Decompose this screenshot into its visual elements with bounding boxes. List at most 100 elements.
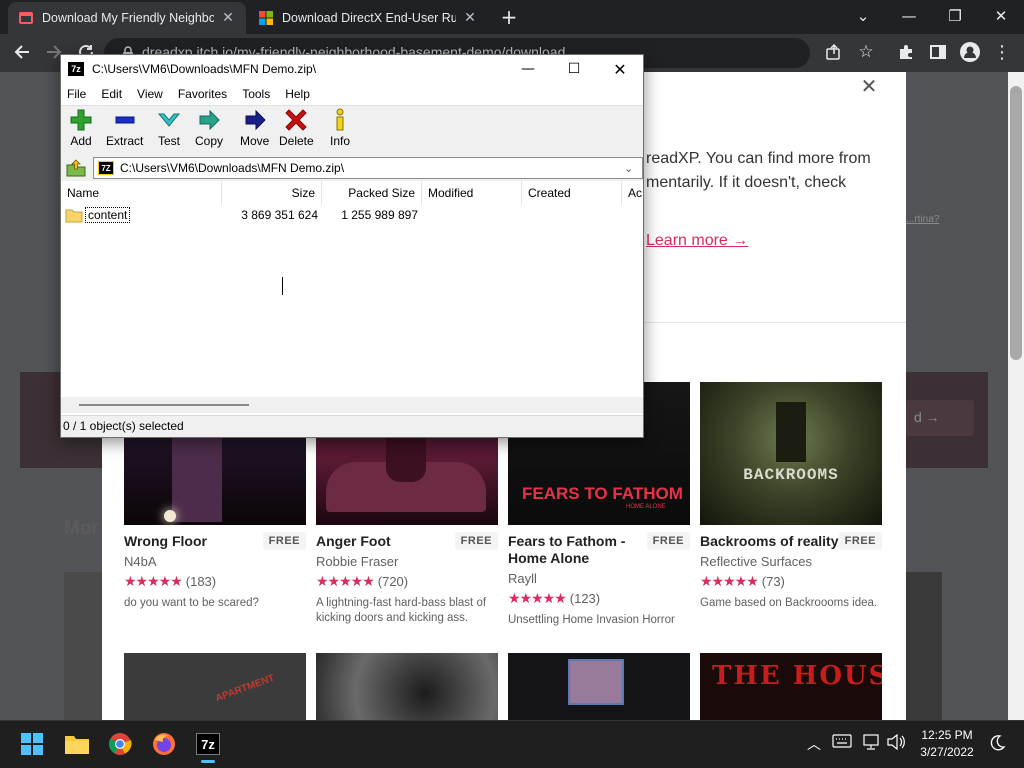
focus-assist-moon-icon[interactable] bbox=[988, 734, 1008, 754]
menu-tools[interactable]: Tools bbox=[242, 87, 270, 101]
extract-button[interactable]: Extract bbox=[106, 108, 143, 148]
start-button[interactable] bbox=[12, 724, 52, 764]
keyboard-icon[interactable] bbox=[832, 734, 854, 754]
game-description: Unsettling Home Invasion Horror bbox=[508, 614, 675, 626]
restore-button[interactable]: ❐ bbox=[932, 0, 978, 32]
game-thumbnail[interactable]: THE HOUSE bbox=[700, 653, 882, 720]
rating-count: (183) bbox=[185, 574, 217, 589]
menu-view[interactable]: View bbox=[137, 87, 163, 101]
side-panel-icon[interactable] bbox=[924, 38, 952, 66]
game-thumbnail[interactable] bbox=[508, 653, 690, 720]
test-button[interactable]: Test bbox=[157, 108, 181, 148]
new-tab-button[interactable]: + bbox=[498, 6, 520, 28]
menu-help[interactable]: Help bbox=[285, 87, 310, 101]
move-button[interactable]: Move bbox=[240, 108, 269, 148]
close-button[interactable]: ✕ bbox=[978, 0, 1024, 32]
back-icon[interactable] bbox=[8, 38, 36, 66]
archive-icon: 7Z bbox=[98, 161, 114, 175]
status-bar: 0 / 1 object(s) selected bbox=[61, 415, 643, 437]
sevenzip-maximize-button[interactable]: ☐ bbox=[551, 55, 597, 83]
tab-directx[interactable]: Download DirectX End-User Runtime ✕ bbox=[248, 2, 488, 34]
network-icon[interactable] bbox=[862, 734, 884, 754]
game-thumbnail[interactable] bbox=[316, 653, 498, 720]
file-list-header: Name Size Packed Size Modified Created A… bbox=[61, 181, 643, 205]
add-button[interactable]: Add bbox=[69, 108, 93, 148]
sevenzip-minimize-button[interactable]: — bbox=[505, 55, 551, 83]
game-description: do you want to be scared? bbox=[124, 597, 259, 609]
banner-button[interactable]: d → bbox=[906, 400, 974, 436]
chrome-taskbar-button[interactable] bbox=[100, 724, 140, 764]
column-size[interactable]: Size bbox=[222, 181, 322, 205]
active-app-indicator bbox=[201, 760, 215, 763]
bookmark-star-icon[interactable]: ☆ bbox=[852, 38, 880, 66]
share-icon[interactable] bbox=[820, 38, 848, 66]
test-label: Test bbox=[157, 134, 180, 148]
extensions-puzzle-icon[interactable] bbox=[892, 38, 920, 66]
tab-close-icon[interactable]: ✕ bbox=[220, 10, 236, 26]
path-combobox[interactable]: 7Z C:\Users\VM6\Downloads\MFN Demo.zip\ … bbox=[93, 157, 643, 179]
modal-close-icon[interactable]: ✕ bbox=[858, 74, 880, 98]
page-scrollbar-thumb[interactable] bbox=[1010, 86, 1022, 360]
minimize-button[interactable]: — bbox=[886, 0, 932, 32]
menu-file[interactable]: File bbox=[67, 87, 86, 101]
tab-search-icon[interactable]: ⌄ bbox=[840, 0, 886, 32]
plus-icon bbox=[70, 109, 92, 131]
menu-favorites[interactable]: Favorites bbox=[178, 87, 227, 101]
file-explorer-button[interactable] bbox=[57, 724, 97, 764]
copy-button[interactable]: Copy bbox=[195, 108, 223, 148]
profile-avatar-icon[interactable] bbox=[956, 38, 984, 66]
modal-text-line1: readXP. You can find more from bbox=[646, 150, 871, 167]
tab-close-icon[interactable]: ✕ bbox=[462, 10, 478, 26]
more-games-heading: Mor bbox=[64, 518, 99, 539]
sevenzip-app-icon: 7z bbox=[68, 62, 84, 76]
game-author[interactable]: Rayll bbox=[508, 571, 690, 586]
modal-side-link[interactable]: ...rtina? bbox=[906, 214, 939, 225]
sevenzip-taskbar-button[interactable]: 7z bbox=[188, 724, 228, 764]
game-card[interactable]: BACKROOMS FREE Backrooms of reality Refl… bbox=[700, 382, 882, 611]
system-tray-chevron-icon[interactable]: ︿ bbox=[804, 734, 824, 754]
column-modified[interactable]: Modified bbox=[422, 181, 522, 205]
taskbar-clock[interactable]: 12:25 PM 3/27/2022 bbox=[910, 727, 984, 761]
game-title[interactable]: Wrong Floor bbox=[124, 533, 260, 550]
game-thumbnail[interactable]: APARTMENT bbox=[124, 653, 306, 720]
info-button[interactable]: Info bbox=[328, 108, 352, 148]
clock-date: 3/27/2022 bbox=[920, 745, 974, 759]
delete-label: Delete bbox=[279, 134, 314, 148]
delete-button[interactable]: Delete bbox=[279, 108, 314, 148]
game-title[interactable]: Fears to Fathom - Home Alone bbox=[508, 533, 644, 567]
rating-count: (73) bbox=[761, 574, 785, 589]
rating-stars-icon: ★★★★★ bbox=[316, 573, 375, 589]
move-label: Move bbox=[240, 134, 270, 148]
side-thumbnail-left bbox=[64, 572, 102, 720]
game-thumbnail[interactable]: BACKROOMS bbox=[700, 382, 882, 525]
game-author[interactable]: Reflective Surfaces bbox=[700, 554, 882, 569]
price-badge: FREE bbox=[262, 532, 306, 550]
table-row[interactable]: content 3 869 351 624 1 255 989 897 bbox=[65, 206, 641, 224]
column-packed-size[interactable]: Packed Size bbox=[322, 181, 422, 205]
game-title[interactable]: Backrooms of reality bbox=[700, 533, 840, 550]
sevenzip-close-button[interactable]: ✕ bbox=[597, 55, 643, 83]
firefox-taskbar-button[interactable] bbox=[144, 724, 184, 764]
firefox-icon bbox=[153, 733, 175, 755]
chevron-down-icon[interactable]: ⌄ bbox=[624, 162, 642, 175]
game-author[interactable]: Robbie Fraser bbox=[316, 554, 498, 569]
thumb-text: APARTMENT bbox=[213, 672, 277, 705]
column-name[interactable]: Name bbox=[61, 181, 222, 205]
cell-size: 3 869 351 624 bbox=[241, 208, 318, 222]
game-author[interactable]: N4bA bbox=[124, 554, 306, 569]
file-name[interactable]: content bbox=[85, 207, 131, 223]
status-text: 0 / 1 object(s) selected bbox=[63, 419, 184, 433]
folder-up-icon[interactable] bbox=[65, 158, 87, 178]
column-created[interactable]: Created bbox=[522, 181, 622, 205]
tab-itch-download[interactable]: Download My Friendly Neighborhood Baseme… bbox=[8, 2, 246, 34]
horizontal-scrollbar-thumb[interactable] bbox=[79, 404, 249, 406]
volume-icon[interactable] bbox=[886, 734, 908, 754]
menu-edit[interactable]: Edit bbox=[101, 87, 122, 101]
learn-more-link[interactable]: Learn more → bbox=[646, 232, 748, 250]
thumb-text: BACKROOMS bbox=[743, 466, 839, 484]
column-accessed[interactable]: Ac bbox=[622, 181, 643, 205]
thumb-text: THE HOUSE bbox=[712, 661, 882, 691]
horizontal-scrollbar[interactable] bbox=[61, 397, 643, 413]
chrome-menu-icon[interactable]: ⋮ bbox=[988, 38, 1016, 66]
game-title[interactable]: Anger Foot bbox=[316, 533, 452, 550]
